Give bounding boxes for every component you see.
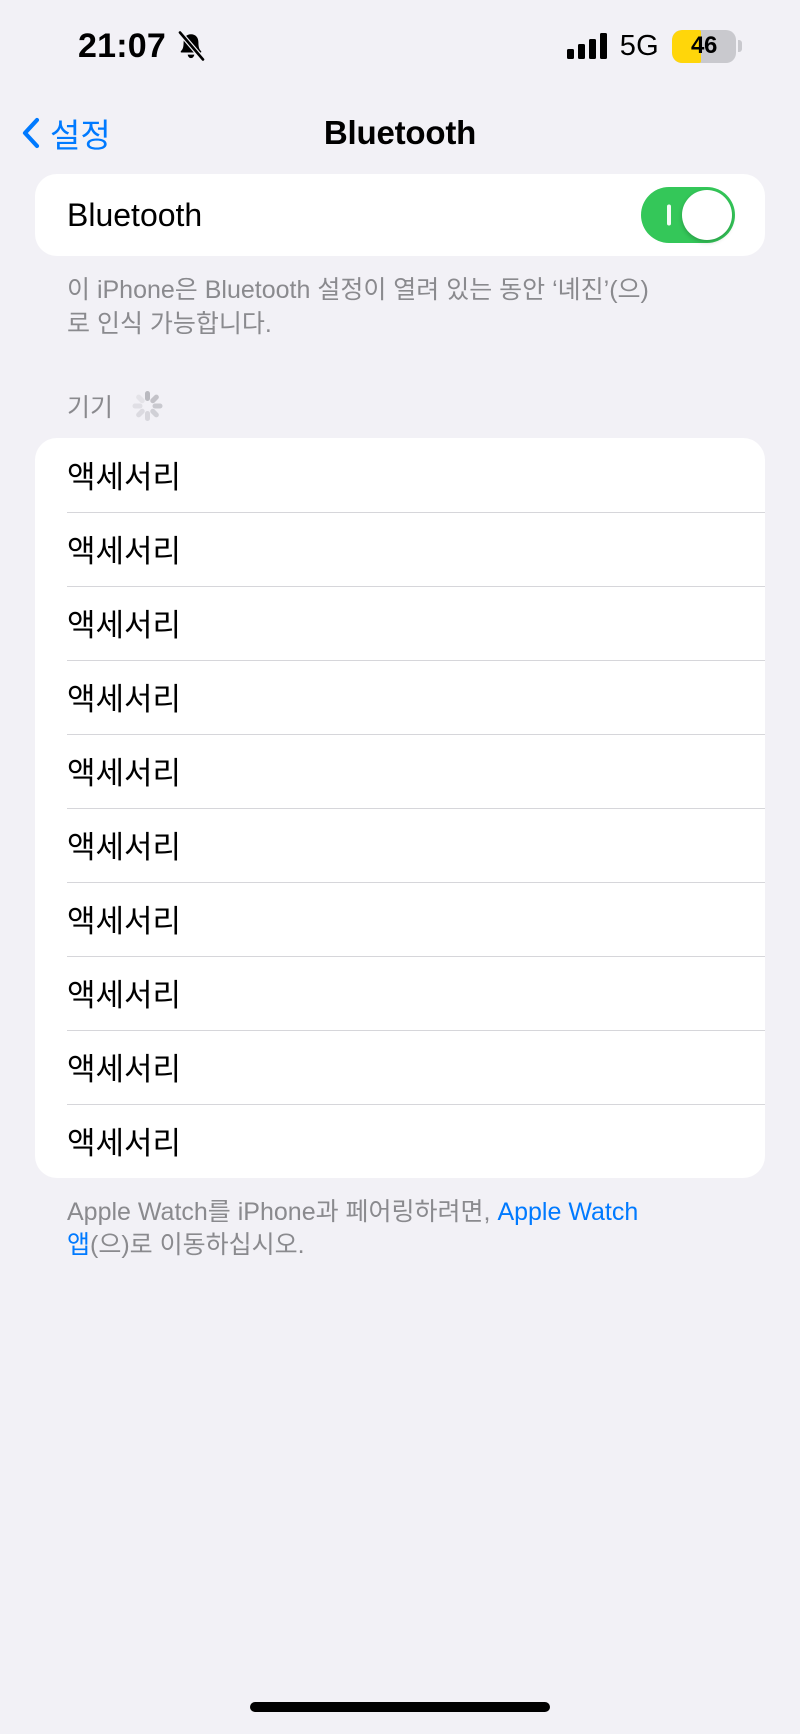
device-row[interactable]: 액세서리 xyxy=(35,511,765,586)
back-button-label: 설정 xyxy=(50,117,111,154)
device-row[interactable]: 액세서리 xyxy=(35,733,765,808)
device-row[interactable]: 액세서리 xyxy=(35,1029,765,1104)
device-row[interactable]: 액세서리 xyxy=(35,659,765,734)
navigation-bar: 설정 Bluetooth xyxy=(0,92,800,174)
footer-text-before: Apple Watch를 iPhone과 페어링하려면, xyxy=(67,1197,498,1226)
activity-spinner-icon xyxy=(131,389,164,422)
device-name-label: 액세서리 xyxy=(67,830,182,865)
device-name-label: 액세서리 xyxy=(67,460,182,495)
device-name-label: 액세서리 xyxy=(67,534,182,569)
device-name-label: 액세서리 xyxy=(67,978,182,1013)
footer-text-after: (으)로 이동하십시오. xyxy=(90,1231,305,1260)
device-row[interactable]: 액세서리 xyxy=(35,1103,765,1178)
device-row[interactable]: 액세서리 xyxy=(35,955,765,1030)
battery-body: 46 xyxy=(672,29,736,63)
apple-watch-footer: Apple Watch를 iPhone과 페어링하려면, Apple Watch… xyxy=(35,1178,685,1264)
status-bar-clock: 21:07 xyxy=(78,26,166,65)
device-row[interactable]: 액세서리 xyxy=(35,807,765,882)
device-name-label: 액세서리 xyxy=(67,904,182,939)
bluetooth-description: 이 iPhone은 Bluetooth 설정이 열려 있는 동안 ‘녜진’(으)… xyxy=(67,276,649,338)
status-bar-left: 21:07 xyxy=(78,27,206,66)
page-title: Bluetooth xyxy=(323,114,477,151)
status-bar: 21:07 5G 46 xyxy=(0,0,800,92)
switch-knob xyxy=(682,190,732,240)
back-button[interactable]: 설정 xyxy=(22,109,111,157)
bluetooth-label: Bluetooth xyxy=(67,196,203,233)
device-name-label: 액세서리 xyxy=(67,756,182,791)
battery-cap xyxy=(738,40,742,52)
bluetooth-toggle-row[interactable]: Bluetooth xyxy=(35,174,765,256)
devices-section-header: 기기 xyxy=(35,342,765,438)
cellular-signal-icon xyxy=(566,33,607,59)
settings-content: Bluetooth 이 iPhone은 Bluetooth 설정이 열려 있는 … xyxy=(0,174,800,1263)
status-bar-right: 5G 46 xyxy=(566,29,742,63)
device-name-label: 액세서리 xyxy=(67,1052,182,1087)
switch-on-mark xyxy=(667,204,671,226)
network-type-label: 5G xyxy=(619,29,659,62)
chevron-left-icon xyxy=(22,117,40,149)
battery-percent-label: 46 xyxy=(690,32,718,59)
home-indicator[interactable] xyxy=(250,1702,550,1712)
device-name-label: 액세서리 xyxy=(67,682,182,717)
device-name-label: 액세서리 xyxy=(67,1126,182,1161)
bluetooth-toggle-card: Bluetooth xyxy=(35,174,765,256)
device-row[interactable]: 액세서리 xyxy=(35,585,765,660)
battery-icon: 46 xyxy=(672,29,742,63)
device-row[interactable]: 액세서리 xyxy=(35,438,765,512)
iphone-screen: 21:07 5G 46 설정 Bluetooth Bluetooth 이 iPh… xyxy=(0,0,800,1734)
devices-header-label: 기기 xyxy=(67,393,114,422)
device-name-label: 액세서리 xyxy=(67,608,182,643)
device-row[interactable]: 액세서리 xyxy=(35,881,765,956)
bluetooth-switch[interactable] xyxy=(641,187,735,243)
bell-slash-icon xyxy=(176,30,206,62)
devices-list: 액세서리 액세서리 액세서리 액세서리 액세서리 액세서리 액세서리 액세서리 액세서리 액세서리 xyxy=(35,437,765,1178)
